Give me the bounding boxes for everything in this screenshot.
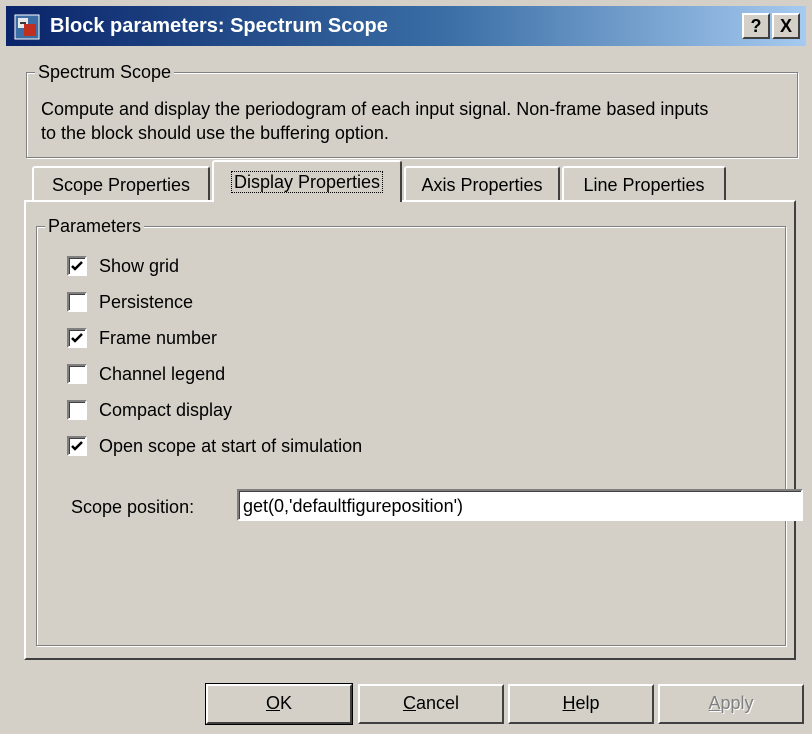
channel-legend-label: Channel legend — [99, 363, 226, 384]
checkmark-icon — [71, 333, 83, 343]
compact-display-checkbox[interactable] — [67, 400, 87, 420]
window-title: Block parameters: Spectrum Scope — [50, 15, 388, 37]
compact-display-label: Compact display — [99, 399, 233, 420]
ok-button[interactable]: OK — [205, 683, 353, 725]
close-button[interactable]: X — [772, 13, 800, 39]
channel-legend-option[interactable]: Channel legend — [67, 361, 225, 387]
cancel-mnemonic: C — [402, 693, 416, 713]
apply-mnemonic: A — [708, 693, 721, 713]
show-grid-label: Show grid — [99, 255, 180, 276]
tab-axis-properties[interactable]: Axis Properties — [404, 166, 560, 202]
show-grid-checkbox[interactable] — [67, 256, 87, 276]
scope-position-input[interactable]: get(0,'defaultfigureposition') — [237, 489, 803, 521]
help-label-rest: elp — [575, 693, 600, 713]
help-title-button[interactable]: ? — [742, 13, 770, 39]
parameters-group-title: Parameters — [45, 215, 145, 237]
tab-label: Axis Properties — [421, 175, 543, 195]
compact-display-option[interactable]: Compact display — [67, 397, 232, 423]
tab-panel-display-properties: Parameters Show grid Persistence Frame n… — [24, 200, 803, 660]
frame-number-label: Frame number — [99, 327, 218, 348]
help-button[interactable]: Help — [508, 684, 654, 724]
help-mnemonic: H — [562, 693, 576, 713]
tab-label: Display Properties — [230, 171, 384, 193]
channel-legend-checkbox[interactable] — [67, 364, 87, 384]
dialog-window: Block parameters: Spectrum Scope ? X Spe… — [0, 0, 812, 734]
apply-button[interactable]: Apply — [658, 684, 804, 724]
tab-scope-properties[interactable]: Scope Properties — [32, 166, 210, 202]
checkmark-icon — [71, 261, 83, 271]
open-scope-checkbox[interactable] — [67, 436, 87, 456]
title-bar[interactable]: Block parameters: Spectrum Scope ? X — [6, 6, 806, 46]
description-group-title: Spectrum Scope — [35, 61, 175, 83]
ok-label-rest: K — [280, 693, 293, 713]
block-parameters-icon — [14, 14, 40, 40]
persistence-label: Persistence — [99, 291, 194, 312]
description-group: Spectrum Scope Compute and display the p… — [26, 61, 801, 158]
checkmark-icon — [71, 441, 83, 451]
frame-number-option[interactable]: Frame number — [67, 325, 217, 351]
persistence-checkbox[interactable] — [67, 292, 87, 312]
tab-display-properties[interactable]: Display Properties — [212, 160, 402, 202]
description-line-2: to the block should use the buffering op… — [41, 123, 389, 143]
cancel-button[interactable]: Cancel — [358, 684, 504, 724]
open-scope-option[interactable]: Open scope at start of simulation — [67, 433, 362, 459]
tab-line-properties[interactable]: Line Properties — [562, 166, 726, 202]
tab-label: Scope Properties — [51, 175, 191, 195]
parameters-group: Parameters Show grid Persistence Frame n… — [36, 215, 803, 646]
frame-number-checkbox[interactable] — [67, 328, 87, 348]
open-scope-label: Open scope at start of simulation — [99, 435, 363, 456]
show-grid-option[interactable]: Show grid — [67, 253, 179, 279]
apply-label-rest: pply — [720, 693, 754, 713]
scope-position-label: Scope position: — [71, 497, 195, 517]
tab-label: Line Properties — [583, 175, 705, 195]
ok-mnemonic: O — [265, 693, 280, 713]
persistence-option[interactable]: Persistence — [67, 289, 193, 315]
cancel-label-rest: ancel — [415, 693, 460, 713]
description-line-1: Compute and display the periodogram of e… — [41, 99, 709, 119]
description-text: Compute and display the periodogram of e… — [41, 97, 801, 145]
